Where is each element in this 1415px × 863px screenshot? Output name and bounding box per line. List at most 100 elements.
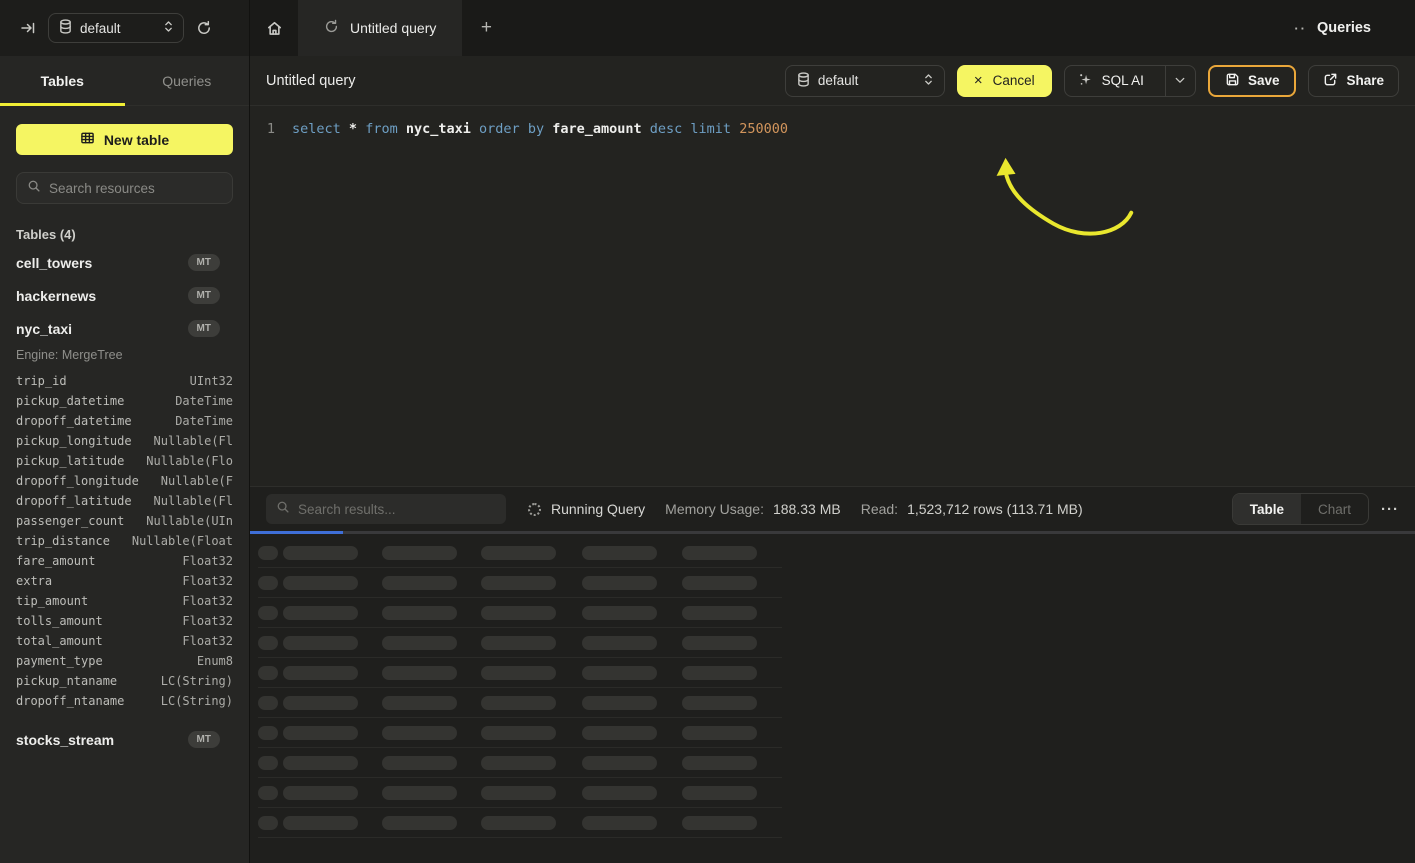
database-selector-value: default: [80, 21, 121, 36]
sql-token: nyc_taxi: [406, 121, 471, 137]
skeleton-cell: [382, 546, 457, 560]
code-line-1[interactable]: 1 select * from nyc_taxi order by fare_a…: [250, 119, 1415, 139]
sidebar-tab-tables[interactable]: Tables: [0, 56, 125, 105]
skeleton-cell: [382, 726, 457, 740]
skeleton-cell: [582, 726, 657, 740]
engine-badge: MT: [188, 731, 220, 748]
toggle-table[interactable]: Table: [1233, 494, 1301, 524]
database-selector[interactable]: default: [48, 13, 184, 43]
loading-spinner-icon: [528, 503, 541, 516]
column-type: Nullable(F: [161, 471, 233, 491]
cancel-button[interactable]: × Cancel: [957, 65, 1052, 97]
read-value: 1,523,712 rows (113.71 MB): [907, 501, 1083, 517]
sidebar-search[interactable]: [16, 172, 233, 204]
sql-ai-button[interactable]: SQL AI: [1064, 65, 1196, 97]
sidebar: Tables Queries New table Tables (4) cell…: [0, 56, 250, 863]
sql-code: select * from nyc_taxi order by fare_amo…: [292, 119, 788, 139]
column-name: pickup_ntaname: [16, 671, 117, 691]
new-table-button[interactable]: New table: [16, 124, 233, 155]
skeleton-cell: [258, 786, 278, 800]
table-item[interactable]: cell_towersMT: [16, 246, 233, 279]
skeleton-cell: [283, 666, 358, 680]
column-type: Nullable(Flo: [146, 451, 233, 471]
column-type: LC(String): [161, 691, 233, 711]
column-row: passenger_countNullable(UIn: [16, 511, 233, 531]
column-type: Float32: [182, 631, 233, 651]
tables-section-label: Tables (4): [16, 227, 233, 242]
results-skeleton: [250, 534, 1415, 863]
column-row: extraFloat32: [16, 571, 233, 591]
skeleton-cell: [682, 756, 757, 770]
skeleton-cell: [682, 546, 757, 560]
table-name: hackernews: [16, 288, 96, 304]
sql-token: order: [479, 121, 520, 137]
new-tab-icon[interactable]: +: [462, 0, 510, 56]
sql-ai-main[interactable]: SQL AI: [1065, 66, 1157, 96]
skeleton-cell: [682, 816, 757, 830]
column-name: payment_type: [16, 651, 103, 671]
tab-strip: Untitled query +: [250, 0, 1294, 56]
query-progress-fill: [250, 531, 343, 534]
sql-token: [642, 121, 650, 137]
sql-token: [731, 121, 739, 137]
database-icon: [59, 19, 72, 37]
skeleton-cell: [283, 816, 358, 830]
share-button[interactable]: Share: [1308, 65, 1399, 97]
skeleton-cell: [382, 756, 457, 770]
sql-editor[interactable]: 1 select * from nyc_taxi order by fare_a…: [250, 106, 1415, 486]
column-type: Float32: [182, 591, 233, 611]
skeleton-cell: [582, 786, 657, 800]
table-item[interactable]: hackernewsMT: [16, 279, 233, 312]
search-resources-input[interactable]: [49, 181, 222, 196]
column-row: pickup_ntanameLC(String): [16, 671, 233, 691]
skeleton-cell: [582, 756, 657, 770]
skeleton-row: [258, 808, 782, 838]
column-name: trip_id: [16, 371, 67, 391]
sidebar-tabs: Tables Queries: [0, 56, 249, 106]
annotation-arrow: [250, 106, 1415, 486]
column-list: trip_idUInt32pickup_datetimeDateTimedrop…: [16, 371, 233, 711]
toggle-chart[interactable]: Chart: [1301, 494, 1368, 524]
save-button[interactable]: Save: [1208, 65, 1297, 97]
chevron-updown-icon: [164, 20, 173, 36]
search-results-input[interactable]: [298, 502, 496, 517]
line-number: 1: [250, 119, 292, 139]
skeleton-cell: [258, 576, 278, 590]
skeleton-cell: [481, 696, 556, 710]
tab-untitled-query[interactable]: Untitled query: [298, 0, 462, 56]
chevron-down-icon[interactable]: [1165, 66, 1195, 96]
column-row: dropoff_ntanameLC(String): [16, 691, 233, 711]
skeleton-row: [258, 688, 782, 718]
skeleton-cell: [481, 606, 556, 620]
top-bar-right[interactable]: ·· Queries: [1294, 0, 1415, 56]
skeleton-cell: [582, 546, 657, 560]
column-row: fare_amountFloat32: [16, 551, 233, 571]
top-bar-left: default: [0, 0, 250, 56]
column-type: Float32: [182, 611, 233, 631]
collapse-sidebar-icon[interactable]: [20, 20, 36, 36]
query-status: Running Query: [551, 501, 645, 517]
column-row: pickup_latitude Nullable(Flo: [16, 451, 233, 471]
skeleton-cell: [258, 606, 278, 620]
skeleton-cell: [258, 666, 278, 680]
home-icon[interactable]: [250, 0, 298, 56]
sidebar-tab-queries[interactable]: Queries: [125, 56, 250, 105]
skeleton-cell: [682, 696, 757, 710]
more-options-icon[interactable]: ···: [1381, 501, 1399, 518]
column-name: pickup_longitude: [16, 431, 132, 451]
table-item[interactable]: nyc_taxiMT: [16, 312, 233, 345]
save-icon: [1225, 72, 1240, 90]
queries-link[interactable]: Queries: [1317, 20, 1371, 36]
refresh-icon[interactable]: [196, 20, 212, 36]
column-type: DateTime: [175, 391, 233, 411]
column-type: Float32: [182, 551, 233, 571]
editor-database-selector[interactable]: default: [785, 65, 945, 97]
column-name: pickup_latitude: [16, 451, 124, 471]
skeleton-row: [258, 538, 782, 568]
skeleton-cell: [283, 576, 358, 590]
results-search[interactable]: [266, 494, 506, 524]
share-icon: [1323, 72, 1338, 90]
sql-token: by: [528, 121, 544, 137]
column-type: Nullable(Fl: [154, 491, 233, 511]
table-item[interactable]: stocks_streamMT: [16, 723, 233, 756]
